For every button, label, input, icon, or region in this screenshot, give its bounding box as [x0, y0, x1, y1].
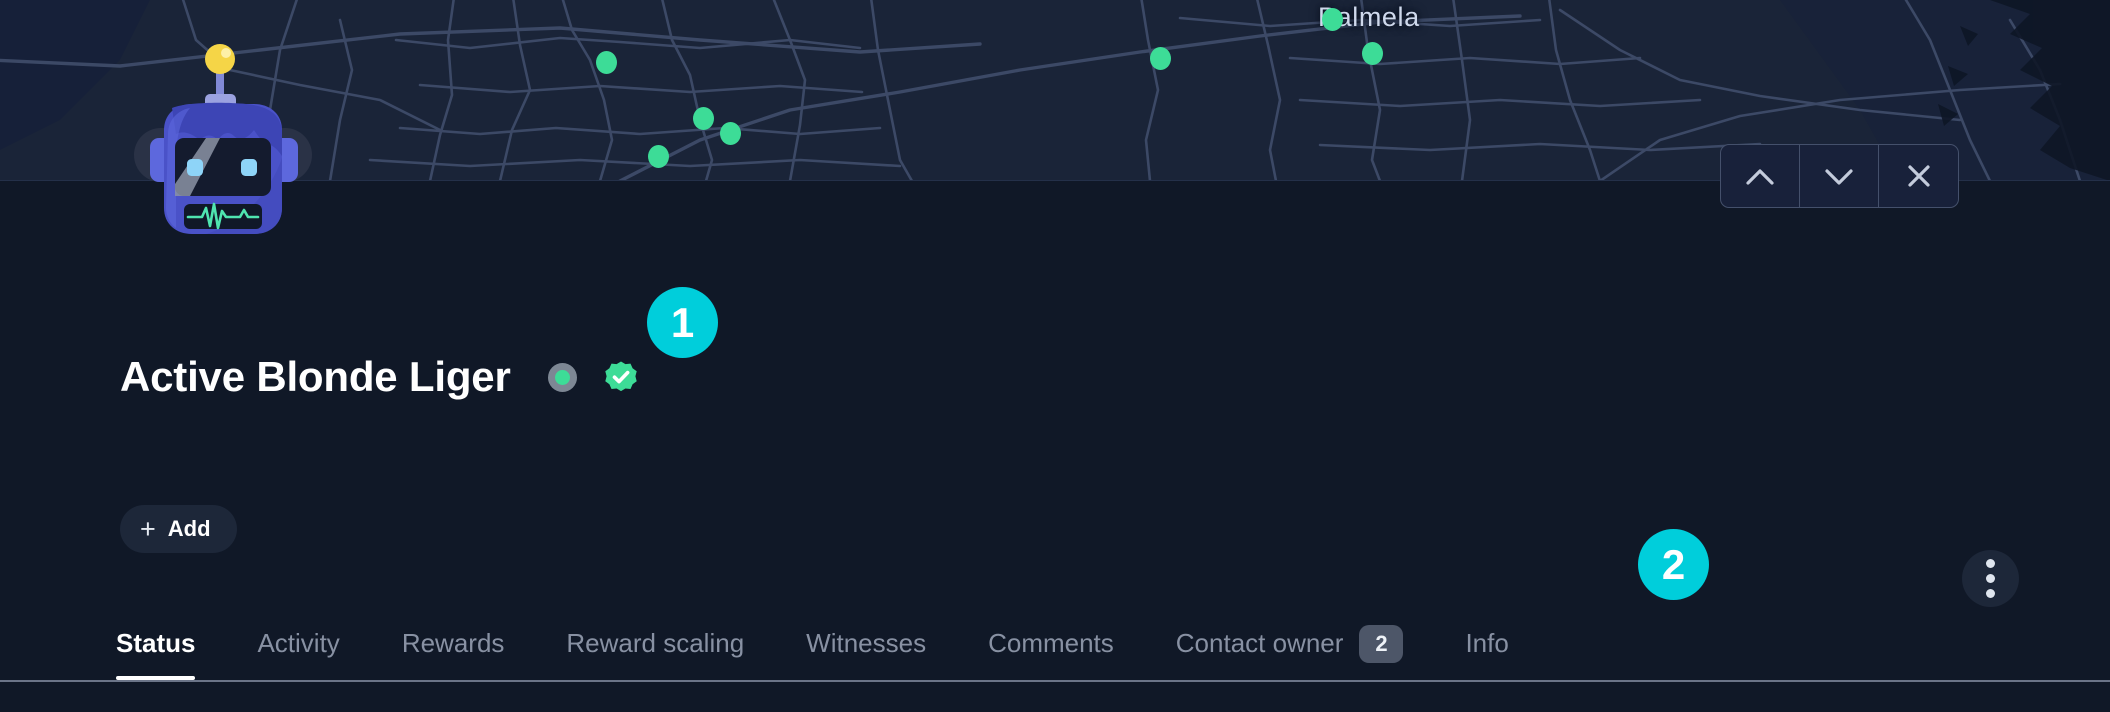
previous-button[interactable]: [1721, 145, 1800, 207]
close-button[interactable]: [1879, 145, 1958, 207]
robot-avatar-icon: [134, 44, 312, 234]
tab-label: Witnesses: [806, 628, 927, 658]
tab-label: Activity: [257, 628, 340, 658]
avatar: [128, 38, 318, 288]
tab-contact-owner[interactable]: Contact owner 2: [1176, 571, 1404, 682]
more-options-icon-dot: [1986, 559, 1995, 568]
tab-status[interactable]: Status: [116, 571, 196, 682]
map-nav-controls: [1720, 144, 1959, 208]
add-button[interactable]: + Add: [120, 505, 237, 553]
tab-bar: Status Activity Rewards Reward scaling W…: [0, 571, 2110, 682]
tab-label: Rewards: [401, 628, 505, 658]
tab-activity[interactable]: Activity: [257, 571, 339, 682]
tab-label: Reward scaling: [566, 628, 745, 658]
tab-witnesses[interactable]: Witnesses: [806, 571, 926, 682]
plus-icon: +: [140, 513, 156, 544]
tab-info[interactable]: Info: [1465, 571, 1508, 682]
annotation-marker-1: 1: [647, 287, 718, 358]
tab-label: Contact owner: [1175, 628, 1344, 658]
tab-label: Status: [116, 628, 196, 658]
tab-comments[interactable]: Comments: [988, 571, 1114, 682]
map-pin[interactable]: [596, 51, 617, 74]
map-pin[interactable]: [648, 145, 669, 168]
chevron-down-icon: [1824, 167, 1854, 186]
title-row: Active Blonde Liger: [120, 356, 638, 398]
tab-label: Info: [1465, 628, 1509, 658]
annotation-marker-2: 2: [1638, 529, 1709, 600]
tab-badge-count: 2: [1359, 624, 1404, 663]
online-status-dot[interactable]: [547, 362, 577, 392]
add-button-label: Add: [167, 516, 211, 541]
tab-reward-scaling[interactable]: Reward scaling: [566, 571, 744, 682]
map-pin[interactable]: [693, 107, 714, 130]
tab-list: Status Activity Rewards Reward scaling W…: [116, 571, 1571, 682]
map-pin[interactable]: [1362, 42, 1383, 65]
tab-rewards[interactable]: Rewards: [402, 571, 505, 682]
page-title: Active Blonde Liger: [120, 353, 511, 400]
entity-detail-page: Palmela Active Blonde Liger + Add Status…: [0, 0, 2110, 712]
map-pin[interactable]: [1322, 8, 1343, 31]
close-icon: [1906, 163, 1932, 189]
tab-label: Comments: [988, 628, 1114, 658]
chevron-up-icon: [1745, 167, 1775, 186]
status-dot-fill: [554, 369, 570, 385]
map-pin[interactable]: [720, 122, 741, 145]
next-button[interactable]: [1800, 145, 1879, 207]
map-pin[interactable]: [1150, 47, 1171, 70]
verified-badge[interactable]: [604, 360, 638, 394]
